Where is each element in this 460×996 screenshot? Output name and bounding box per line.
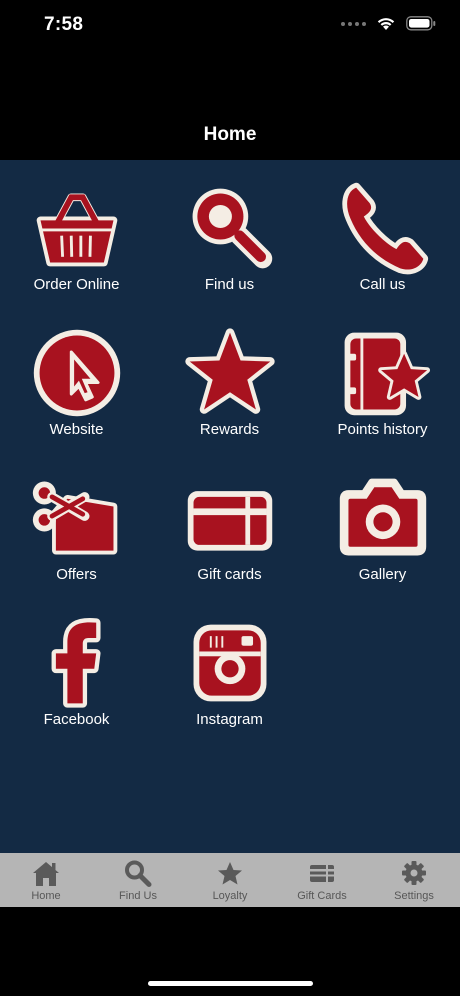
booklet-star-icon: [344, 332, 430, 416]
tab-bar: Home Find Us Loyalty Gift Cards Settings: [0, 853, 460, 907]
tile-label: Website: [49, 421, 104, 438]
tab-label: Loyalty: [212, 890, 248, 902]
tab-loyalty[interactable]: Loyalty: [184, 853, 276, 907]
tile-offers[interactable]: Offers: [0, 450, 153, 594]
star-icon: [218, 862, 242, 885]
tile-label: Gift cards: [197, 566, 262, 583]
tab-settings[interactable]: Settings: [368, 853, 460, 907]
tile-label: Call us: [359, 276, 406, 293]
gift-card-icon: [187, 491, 272, 551]
tab-home[interactable]: Home: [0, 853, 92, 907]
scissors-coupon-icon: [32, 481, 117, 555]
tile-order-online[interactable]: Order Online: [0, 160, 153, 304]
tile-instagram[interactable]: Instagram: [153, 595, 306, 739]
status-bar: 7:58: [0, 0, 460, 52]
tile-label: Points history: [337, 421, 428, 438]
tile-find-us[interactable]: Find us: [153, 160, 306, 304]
tile-call-us[interactable]: Call us: [306, 160, 459, 304]
status-time: 7:58: [44, 14, 84, 35]
tab-find-us[interactable]: Find Us: [92, 853, 184, 907]
tile-website[interactable]: Website: [0, 305, 153, 449]
tile-gallery[interactable]: Gallery: [306, 450, 459, 594]
tab-gift-cards[interactable]: Gift Cards: [276, 853, 368, 907]
status-icons: [341, 16, 436, 31]
tile-label: Offers: [56, 566, 97, 583]
cursor-icon: [33, 329, 120, 417]
tile-label: Facebook: [43, 711, 110, 728]
tile-label: Find us: [204, 276, 255, 293]
tile-facebook[interactable]: Facebook: [0, 595, 153, 739]
tab-label: Find Us: [119, 890, 157, 902]
search-icon: [125, 860, 152, 887]
home-icon: [33, 862, 59, 886]
star-icon: [184, 328, 275, 414]
tile-label: Rewards: [199, 421, 260, 438]
tile-label: Instagram: [196, 711, 263, 728]
tile-label: Order Online: [33, 276, 120, 293]
navigation-bar: Home: [0, 110, 460, 160]
home-grid: Order Online Find us Call us Website Rew…: [0, 160, 460, 853]
tile-gift-cards[interactable]: Gift cards: [153, 450, 306, 594]
page-title: Home: [203, 124, 257, 145]
tile-points-history[interactable]: Points history: [306, 305, 459, 449]
battery-icon: [406, 16, 436, 31]
wifi-icon: [377, 18, 395, 30]
tab-label: Gift Cards: [297, 890, 347, 902]
basket-icon: [36, 193, 117, 267]
tile-label: Gallery: [358, 566, 407, 583]
instagram-icon: [193, 624, 266, 702]
tab-label: Settings: [394, 890, 434, 902]
camera-icon: [339, 478, 426, 556]
cellular-signal-icon: [341, 21, 366, 26]
magnifier-icon: [192, 188, 272, 269]
phone-icon: [341, 182, 428, 275]
gear-icon: [402, 861, 426, 885]
tab-label: Home: [31, 890, 61, 902]
home-indicator[interactable]: [148, 981, 313, 986]
tile-rewards[interactable]: Rewards: [153, 305, 306, 449]
cards-icon: [310, 865, 334, 882]
facebook-icon: [51, 618, 101, 708]
